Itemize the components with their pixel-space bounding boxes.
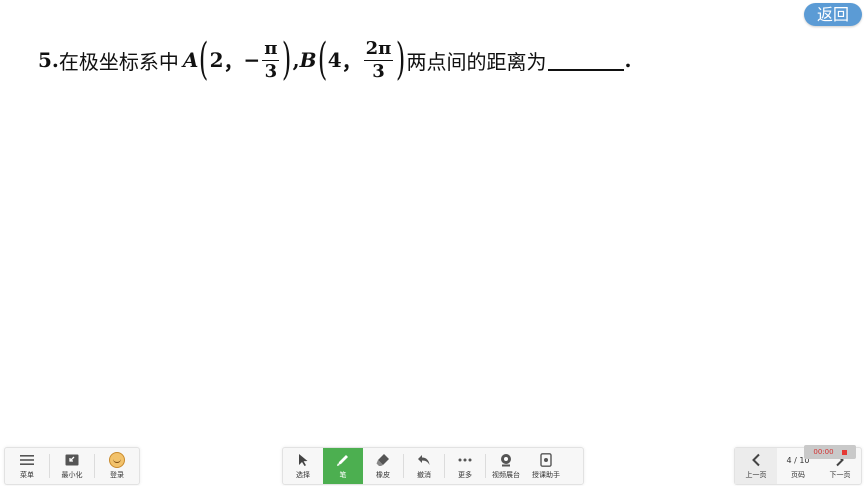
eraser-label: 橡皮 xyxy=(376,471,390,479)
login-button[interactable]: 登录 xyxy=(95,448,139,484)
chevron-left-icon xyxy=(751,452,761,468)
menu-button[interactable]: 菜单 xyxy=(5,448,49,484)
point-a-angle: π 3 xyxy=(262,37,280,83)
menu-icon xyxy=(20,452,34,468)
minimize-label: 最小化 xyxy=(61,471,83,479)
paren-close-a: ) xyxy=(282,34,292,85)
pen-label: 笔 xyxy=(339,471,347,479)
minimize-icon xyxy=(65,452,79,468)
paren-close-b: ) xyxy=(396,34,406,85)
middle-toolbar: 选择 笔 橡皮 撤消 更多 视频展台 授课助手 xyxy=(282,447,584,485)
record-icon xyxy=(841,449,847,455)
teaching-assistant-label: 授课助手 xyxy=(532,471,560,479)
point-b-radius: 4 xyxy=(327,48,342,72)
point-a-angle-numerator: π xyxy=(262,37,280,61)
next-page-label: 下一页 xyxy=(829,471,851,479)
problem-number: 5. xyxy=(38,48,59,72)
undo-label: 撤消 xyxy=(417,471,431,479)
minimize-button[interactable]: 最小化 xyxy=(50,448,94,484)
undo-tool[interactable]: 撤消 xyxy=(404,448,444,484)
left-toolbar: 菜单 最小化 登录 xyxy=(4,447,140,485)
more-tool[interactable]: 更多 xyxy=(445,448,485,484)
assistant-icon xyxy=(540,452,552,468)
page-label: 页码 xyxy=(791,471,805,479)
login-label: 登录 xyxy=(110,471,124,479)
point-b-label: B xyxy=(299,48,317,72)
more-icon xyxy=(458,452,472,468)
problem-tail: 两点间的距离为 xyxy=(406,49,547,74)
avatar-icon xyxy=(109,452,125,468)
answer-blank xyxy=(548,49,625,71)
video-booth-label: 视频展台 xyxy=(492,471,520,479)
select-label: 选择 xyxy=(296,471,310,479)
video-booth-tool[interactable]: 视频展台 xyxy=(486,448,526,484)
prev-page-label: 上一页 xyxy=(745,471,767,479)
pen-tool[interactable]: 笔 xyxy=(323,448,363,484)
more-label: 更多 xyxy=(458,471,472,479)
prev-page-button[interactable]: 上一页 xyxy=(735,448,777,484)
problem-period: . xyxy=(624,48,632,72)
negative-sign: − xyxy=(243,48,261,72)
undo-icon xyxy=(417,452,431,468)
eraser-tool[interactable]: 橡皮 xyxy=(363,448,403,484)
return-button[interactable]: 返回 xyxy=(804,3,862,26)
comma-a: ， xyxy=(223,49,244,74)
recording-timer[interactable]: 00:00 xyxy=(804,445,856,459)
timer-text: 00:00 xyxy=(813,448,834,456)
pen-icon xyxy=(336,452,350,468)
point-a-radius: 2 xyxy=(209,48,224,72)
point-a-angle-denominator: 3 xyxy=(264,60,278,82)
point-b-angle-denominator: 3 xyxy=(372,60,385,82)
problem-statement: 5. 在极坐标系中 A ( 2 ， − π 3 ) , B ( 4 ， 2π 3… xyxy=(38,32,631,88)
select-tool[interactable]: 选择 xyxy=(283,448,323,484)
point-a-label: A xyxy=(182,48,199,72)
paren-open-a: ( xyxy=(199,34,209,85)
problem-lead: 在极坐标系中 xyxy=(58,49,179,74)
teaching-assistant-tool[interactable]: 授课助手 xyxy=(526,448,566,484)
eraser-icon xyxy=(376,452,390,468)
point-b-angle: 2π 3 xyxy=(363,37,394,83)
menu-label: 菜单 xyxy=(20,471,34,479)
separator: , xyxy=(292,48,300,72)
cursor-icon xyxy=(297,452,309,468)
point-b-angle-numerator: 2π xyxy=(363,37,394,61)
webcam-icon xyxy=(499,452,513,468)
comma-b: ， xyxy=(341,49,362,74)
paren-open-b: ( xyxy=(317,34,327,85)
